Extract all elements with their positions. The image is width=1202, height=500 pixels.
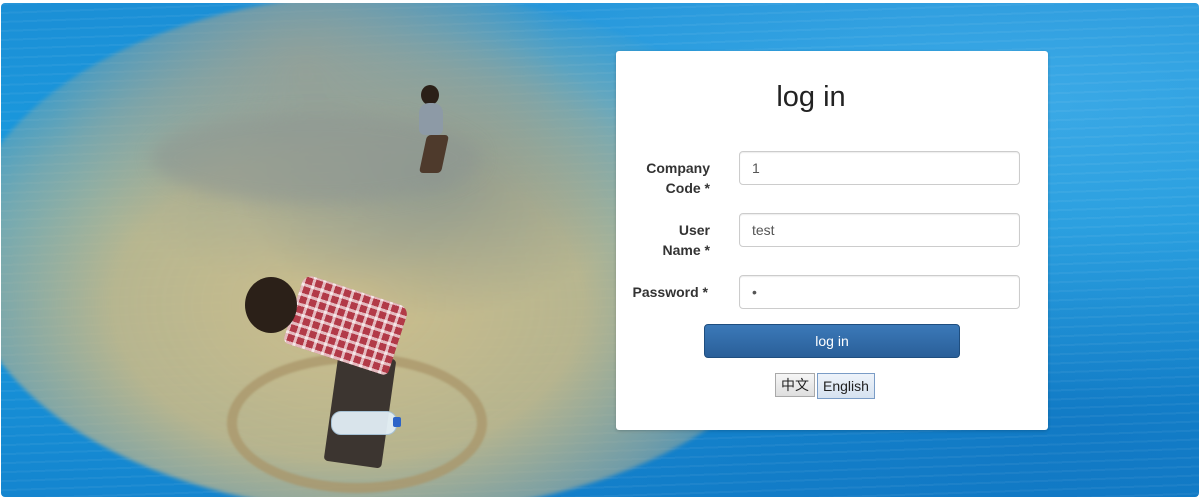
login-button[interactable]: log in xyxy=(704,324,960,358)
language-chinese-button[interactable]: 中文 xyxy=(775,373,815,397)
user-name-row: User Name * xyxy=(616,213,1048,261)
language-switcher: 中文 English xyxy=(775,373,877,399)
login-card: log in Company Code * User Name * Passwo… xyxy=(616,51,1048,430)
login-title: log in xyxy=(776,81,846,113)
user-name-input[interactable] xyxy=(739,213,1020,247)
company-code-label: Company Code * xyxy=(646,160,710,196)
user-name-label: User Name * xyxy=(662,222,710,258)
company-code-row: Company Code * xyxy=(616,151,1048,199)
password-input[interactable] xyxy=(739,275,1020,309)
bottle-cap xyxy=(393,417,401,427)
password-row: Password * xyxy=(616,275,1048,323)
password-label: Password * xyxy=(632,284,708,300)
language-english-button[interactable]: English xyxy=(817,373,875,399)
water-bottle xyxy=(331,411,397,435)
company-code-input[interactable] xyxy=(739,151,1020,185)
child-walking xyxy=(413,83,473,193)
child-digging xyxy=(241,273,421,495)
